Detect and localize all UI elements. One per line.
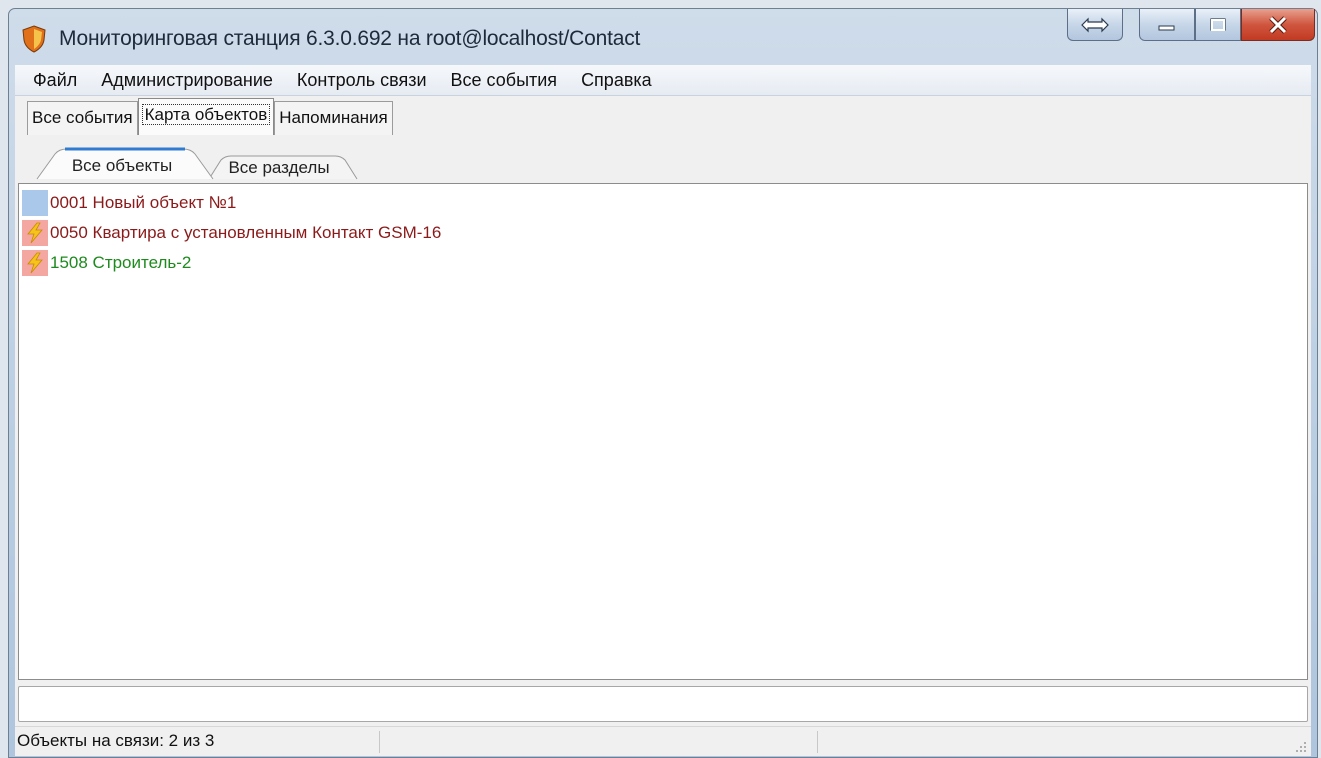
square-icon <box>22 190 48 216</box>
status-separator <box>817 731 818 753</box>
double-arrow-icon <box>1081 17 1109 32</box>
object-label: 0001 Новый объект №1 <box>50 193 237 212</box>
client-area: Все события Карта объектов Напоминания В… <box>15 96 1311 756</box>
list-item[interactable]: 0050 Квартира с установленным Контакт GS… <box>22 220 441 246</box>
close-button[interactable] <box>1241 9 1315 41</box>
tab-label: Все события <box>32 108 133 127</box>
tab-label: Напоминания <box>279 108 388 127</box>
minimize-icon <box>1158 25 1175 30</box>
app-window: Мониторинговая станция 6.3.0.692 на root… <box>8 8 1318 758</box>
list-item[interactable]: 0001 Новый объект №1 <box>22 190 236 216</box>
tab-all-events[interactable]: Все события <box>27 101 138 135</box>
menu-help[interactable]: Справка <box>569 70 664 91</box>
minimize-button[interactable] <box>1139 9 1195 41</box>
lightning-icon <box>22 220 48 246</box>
title-bar[interactable]: Мониторинговая станция 6.3.0.692 на root… <box>9 9 1317 63</box>
switch-layout-button[interactable] <box>1067 9 1123 41</box>
menu-file[interactable]: Файл <box>15 70 89 91</box>
sub-tabs: Все объекты Все разделы <box>35 146 375 180</box>
tab-object-map[interactable]: Карта объектов <box>137 98 275 135</box>
list-item[interactable]: 1508 Строитель-2 <box>22 250 191 276</box>
menu-all-events[interactable]: Все события <box>439 70 570 91</box>
command-input[interactable] <box>18 686 1308 722</box>
menu-bar: Файл Администрирование Контроль связи Вс… <box>15 65 1311 96</box>
main-tabs: Все события Карта объектов Напоминания <box>27 98 393 135</box>
shield-app-icon <box>22 25 46 53</box>
status-bar: Объекты на связи: 2 из 3 <box>15 726 1311 756</box>
tab-reminders[interactable]: Напоминания <box>274 101 393 135</box>
status-separator <box>379 731 380 753</box>
status-connected-count: Объекты на связи: 2 из 3 <box>17 731 215 750</box>
subtab-all-sections[interactable]: Все разделы <box>205 152 353 184</box>
object-label: 1508 Строитель-2 <box>50 253 192 272</box>
close-icon <box>1269 15 1287 34</box>
object-label: 0050 Квартира с установленным Контакт GS… <box>50 223 442 242</box>
maximize-icon <box>1210 17 1226 31</box>
subtab-all-objects[interactable]: Все объекты <box>43 150 201 182</box>
object-list: 0001 Новый объект №1 0050 Квартира с уст… <box>18 183 1308 680</box>
window-title: Мониторинговая станция 6.3.0.692 на root… <box>59 27 641 50</box>
resize-grip-icon[interactable] <box>1295 741 1307 753</box>
lightning-icon <box>22 250 48 276</box>
menu-administration[interactable]: Администрирование <box>89 70 285 91</box>
menu-connection-control[interactable]: Контроль связи <box>285 70 439 91</box>
maximize-button[interactable] <box>1195 9 1241 41</box>
tab-label: Карта объектов <box>141 104 271 125</box>
